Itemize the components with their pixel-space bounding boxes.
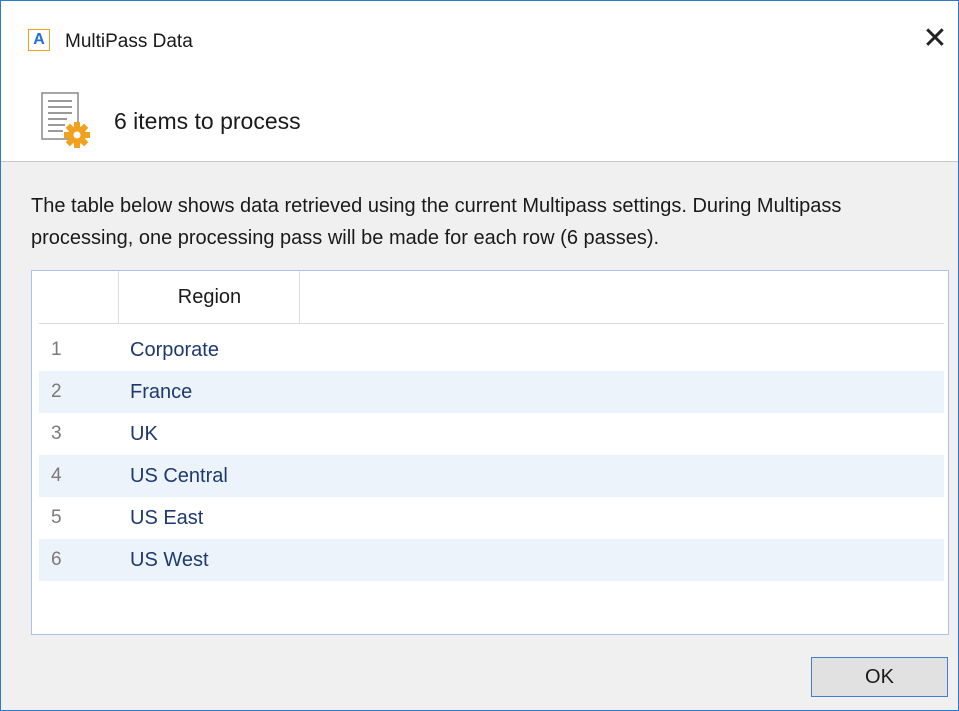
ok-button[interactable]: OK <box>811 657 948 697</box>
column-header-index <box>39 271 119 323</box>
data-grid[interactable]: Region 1 Corporate 2 France 3 UK 4 US Ce… <box>31 270 949 635</box>
row-index: 1 <box>51 339 62 360</box>
region-cell: Corporate <box>130 339 219 361</box>
dialog-header-area: A MultiPass Data ✕ 6 items to process <box>1 1 958 162</box>
row-index: 6 <box>51 549 62 570</box>
grid-header: Region <box>39 271 944 324</box>
dialog-window: A MultiPass Data ✕ 6 items to process Th… <box>0 0 959 711</box>
grid-rows: 1 Corporate 2 France 3 UK 4 US Central 5… <box>39 329 944 581</box>
column-header-region[interactable]: Region <box>120 271 300 323</box>
region-cell: US Central <box>130 465 228 487</box>
table-row[interactable]: 4 US Central <box>39 455 944 497</box>
title-bar: A MultiPass Data ✕ <box>1 1 958 83</box>
table-row[interactable]: 2 France <box>39 371 944 413</box>
row-index: 5 <box>51 507 62 528</box>
table-row[interactable]: 3 UK <box>39 413 944 455</box>
close-button[interactable]: ✕ <box>912 15 958 65</box>
items-count-heading: 6 items to process <box>114 108 301 134</box>
region-cell: US West <box>130 549 209 571</box>
row-index: 4 <box>51 465 62 486</box>
region-cell: UK <box>130 423 158 445</box>
table-row[interactable]: 1 Corporate <box>39 329 944 371</box>
region-cell: France <box>130 381 193 403</box>
table-row[interactable]: 6 US West <box>39 539 944 581</box>
region-cell: US East <box>130 507 204 529</box>
window-title: MultiPass Data <box>65 31 193 52</box>
table-row[interactable]: 5 US East <box>39 497 944 539</box>
document-gear-icon <box>41 92 90 148</box>
app-icon: A <box>28 29 50 51</box>
row-index: 2 <box>51 381 62 402</box>
description-text: The table below shows data retrieved usi… <box>31 195 842 249</box>
row-index: 3 <box>51 423 62 444</box>
